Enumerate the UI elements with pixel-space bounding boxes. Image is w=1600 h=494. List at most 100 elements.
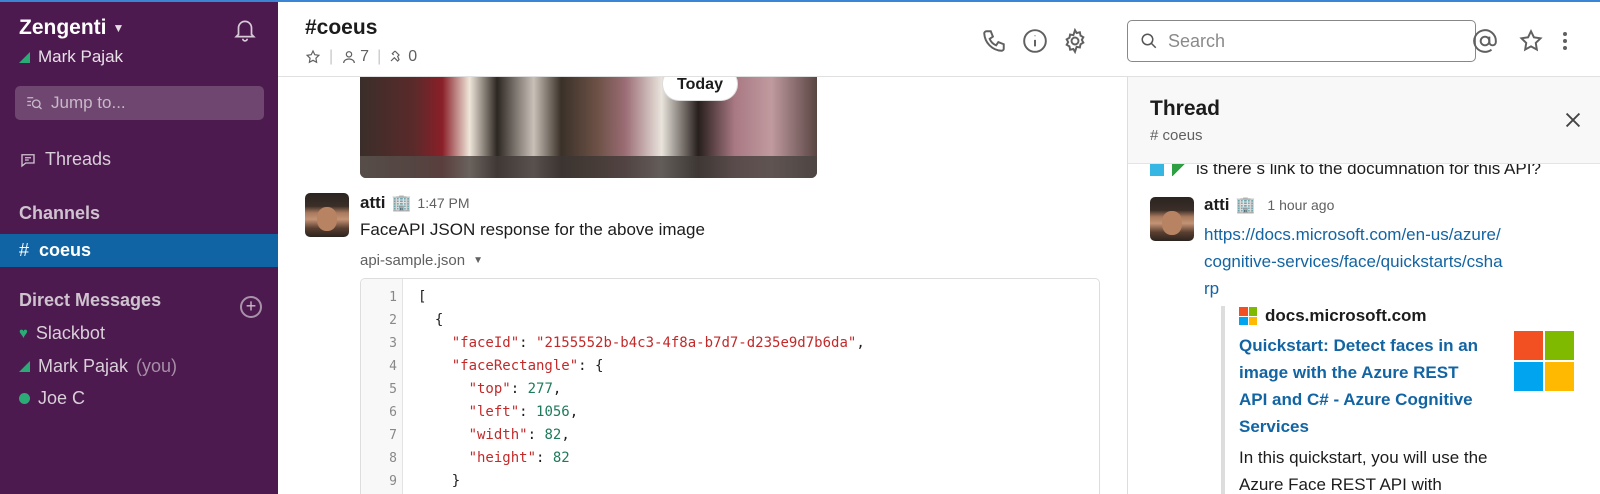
sidebar: Zengenti ▼ Mark Pajak Jump to... Threads… [0,0,278,494]
link-preview: docs.microsoft.com Quickstart: Detect fa… [1221,306,1581,494]
code-token: , [569,404,579,420]
sidebar-item-slackbot[interactable]: ♥ Slackbot [19,323,105,344]
sidebar-item-label: Joe C [38,388,86,408]
line-gutter: 1 2 3 4 5 6 7 8 9 [361,279,403,494]
code-token: "2155552b-b4c3-4f8a-b7d7-d235e9d7b6da" [536,335,857,351]
more-icon[interactable] [1560,28,1570,54]
message-author[interactable]: atti [1204,195,1230,215]
code-line: } [418,473,460,489]
pins-value: 0 [408,48,418,65]
message-text: FaceAPI JSON response for the above imag… [360,220,705,239]
phone-icon[interactable] [981,28,1007,54]
code-token: "top" [468,381,511,397]
info-icon[interactable] [1022,28,1048,54]
file-name-label: api-sample.json [360,252,466,269]
thread-channel[interactable]: # coeus [1150,127,1203,144]
microsoft-logo [1239,307,1257,325]
presence-icon [19,51,30,63]
team-switcher[interactable]: Zengenti ▼ [19,16,124,40]
code-token: "height" [468,450,537,466]
code-token: , [856,335,865,351]
message-timestamp[interactable]: 1:47 PM [417,195,469,211]
office-building-icon: 🏢 [391,195,412,212]
gear-icon[interactable] [1062,28,1088,54]
sidebar-item-joe-c[interactable]: Joe C [19,388,85,409]
office-building-icon: 🏢 [1235,197,1256,214]
code-line: [ [418,289,426,305]
date-divider: Today [662,77,738,101]
sidebar-item-threads[interactable]: Threads [19,149,111,170]
jump-to-input[interactable]: Jump to... [15,86,264,120]
code-token: : [510,381,528,397]
sidebar-item-coeus[interactable]: # coeus [0,234,278,267]
code-token: : [519,335,537,351]
page-title[interactable]: #coeus [305,16,377,40]
code-token: , [552,381,562,397]
code-line: "height": 82 [418,450,570,466]
thread-header: Thread # coeus [1128,77,1600,164]
pins-count[interactable]: 0 [389,48,417,66]
chevron-down-icon: ▼ [112,21,125,35]
sidebar-item-label: coeus [39,240,92,260]
close-icon[interactable] [1562,109,1584,131]
channels-heading[interactable]: Channels [19,203,100,224]
channel-meta: | 7 | 0 [305,48,417,66]
sidebar-item-mark-pajak[interactable]: Mark Pajak (you) [19,356,177,377]
preview-title[interactable]: Quickstart: Detect faces in an image wit… [1239,332,1489,440]
star-icon[interactable] [1518,28,1544,54]
message-list[interactable]: Today atti 🏢 1:47 PM FaceAPI JSON respon… [278,77,1127,494]
star-icon[interactable] [305,49,321,65]
code-token: "width" [468,427,528,443]
avatar[interactable] [1150,197,1194,241]
threads-icon [21,153,35,167]
attached-image[interactable] [360,77,817,178]
file-name[interactable]: api-sample.json ▼ [360,252,483,269]
code-token: : { [578,358,604,374]
message-author[interactable]: atti [360,193,386,213]
presence-icon [19,361,30,372]
line-number: 7 [389,428,397,443]
message-timestamp[interactable]: 1 hour ago [1267,197,1334,213]
code-token: "faceRectangle" [451,358,579,374]
thread-panel: is there s link to the documnation for t… [1127,77,1600,494]
channel-header: #coeus | 7 | 0 [278,0,1600,77]
add-circle-icon[interactable]: + [240,296,262,318]
avatar[interactable] [305,193,349,237]
jump-placeholder: Jump to... [51,93,126,112]
divider: | [377,48,382,65]
code-token: : [519,404,537,420]
microsoft-logo[interactable] [1514,331,1574,391]
code-token: 82 [552,450,570,466]
code-line: { [418,312,443,328]
preview-site-name: docs.microsoft.com [1265,306,1427,325]
line-number: 8 [389,451,397,466]
search-icon [1141,33,1157,49]
code-token: 277 [527,381,553,397]
dm-heading[interactable]: Direct Messages [19,290,161,311]
code-token: , [561,427,570,443]
bell-icon[interactable] [232,16,258,42]
code-snippet[interactable]: 1 2 3 4 5 6 7 8 9 [ { "faceId": "2155552b-b4c3-4… [360,278,1100,494]
line-number: 3 [389,336,397,351]
pin-icon [390,50,401,62]
code-token: : [536,450,553,466]
search-input[interactable] [1168,30,1458,52]
message-header: atti 🏢 1:47 PM [360,193,470,213]
line-number: 9 [389,474,397,489]
preview-description: In this quickstart, you will use the Azu… [1239,448,1488,494]
thread-title: Thread [1150,97,1221,120]
emoji-icon [1150,162,1164,176]
current-user[interactable]: Mark Pajak [19,47,123,67]
doc-link[interactable]: https://docs.microsoft.com/en-us/azure/c… [1204,221,1504,302]
members-count[interactable]: 7 [341,48,369,66]
line-number: 1 [389,290,397,305]
code-line: "faceRectangle": { [418,358,604,374]
code-token: "faceId" [451,335,520,351]
at-icon[interactable] [1472,28,1498,54]
hash-icon: # [19,240,30,260]
search-box[interactable] [1127,20,1476,62]
